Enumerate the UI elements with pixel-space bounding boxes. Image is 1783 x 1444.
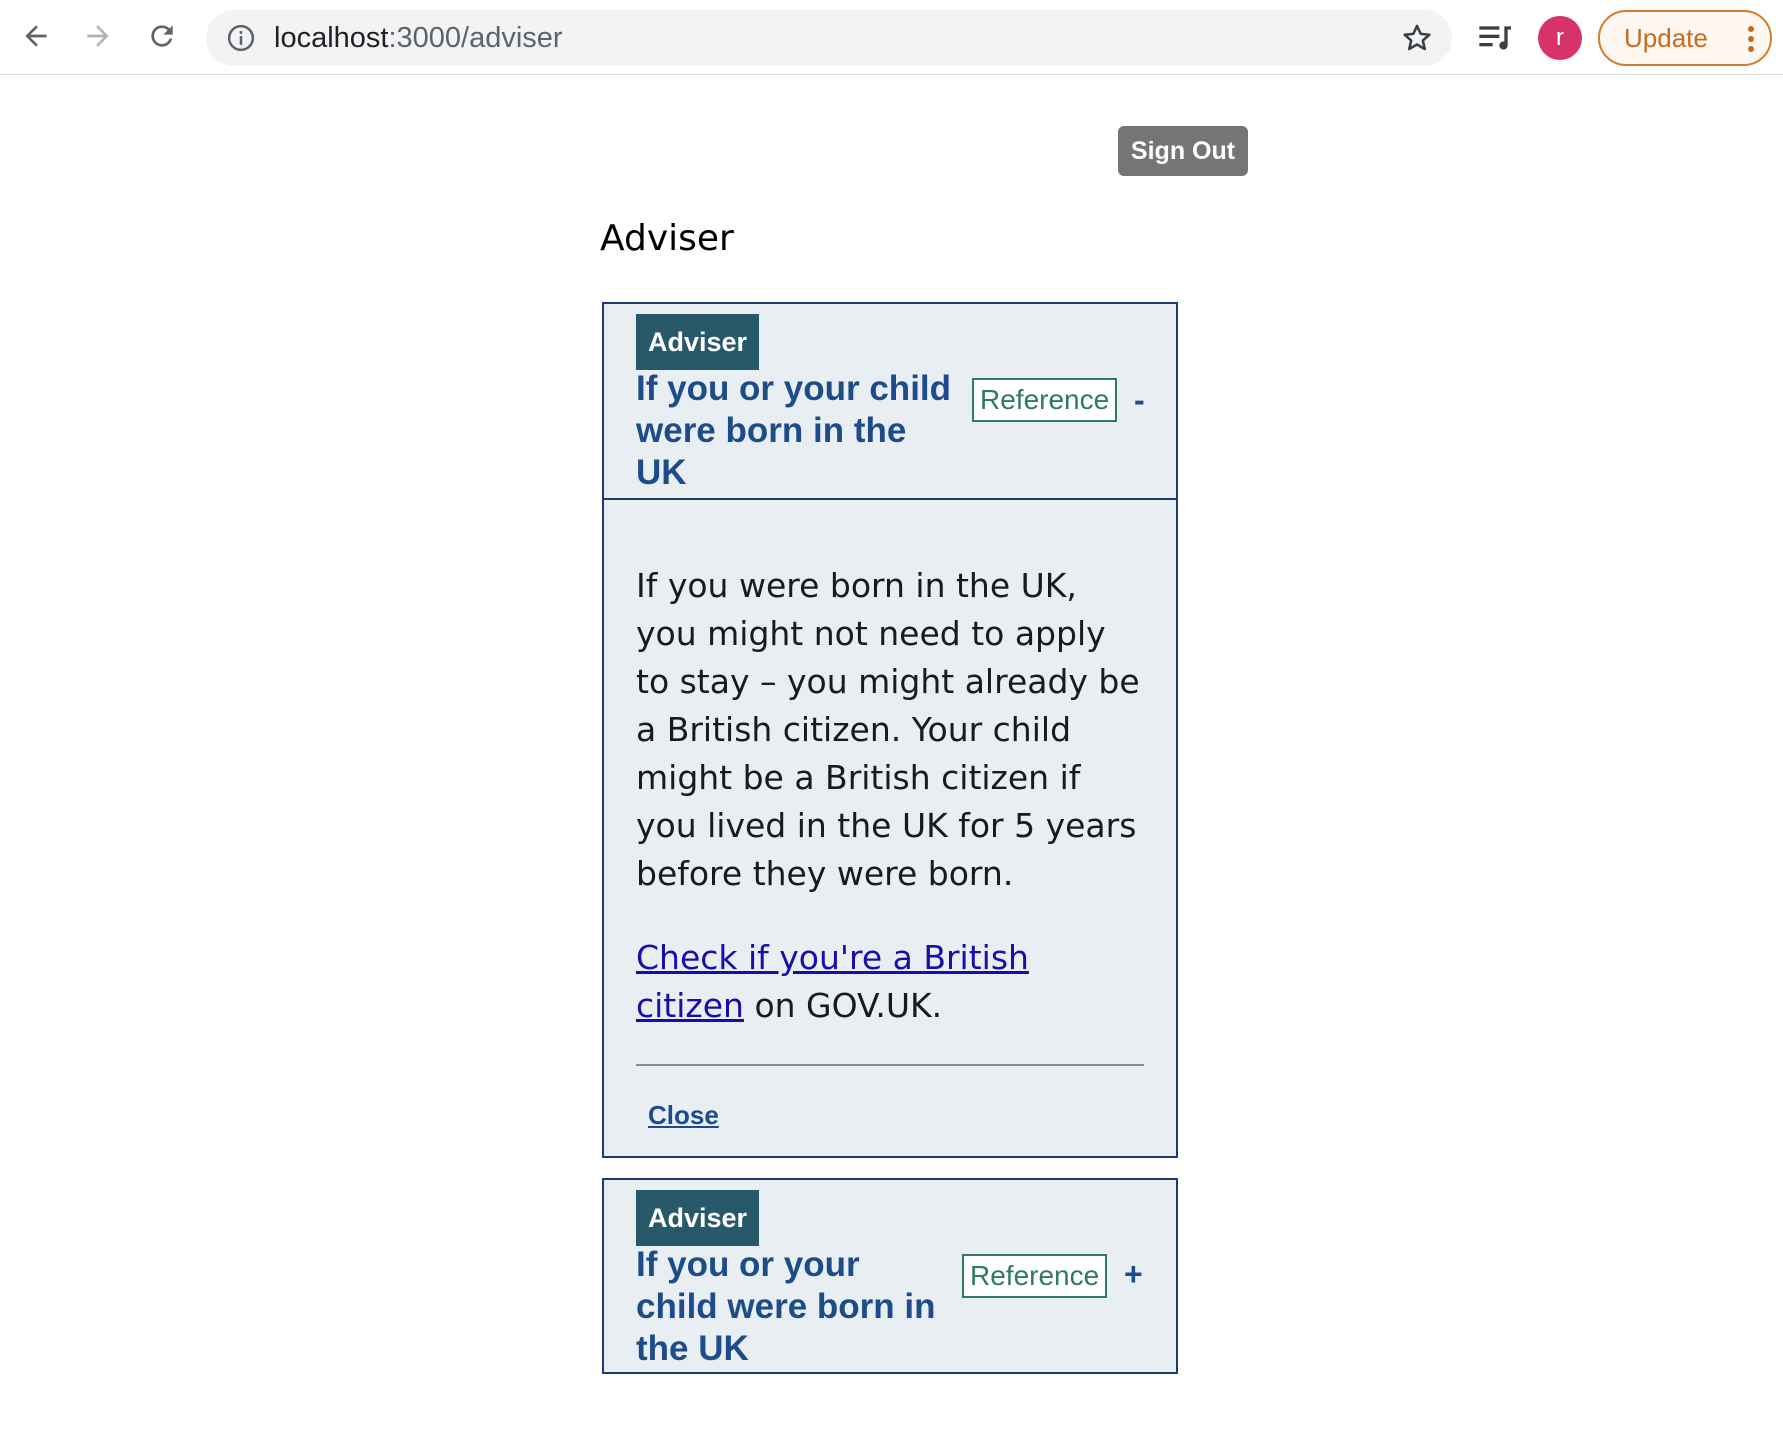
card-title: If you or your child were born in the UK [636, 369, 952, 492]
url-path: :3000/adviser [388, 22, 563, 54]
page-title: Adviser [600, 218, 734, 259]
reload-icon [151, 25, 173, 47]
kebab-menu-icon[interactable] [1746, 24, 1756, 54]
arrow-left-icon [25, 25, 47, 47]
collapse-toggle[interactable]: - [1134, 382, 1145, 419]
card-divider [636, 1064, 1144, 1066]
adviser-card-collapsed: Adviser If you or your child were born i… [602, 1178, 1178, 1374]
forward-button[interactable] [74, 12, 122, 60]
update-label: Update [1624, 22, 1708, 53]
profile-avatar[interactable]: r [1538, 16, 1582, 60]
reference-badge: Reference [962, 1254, 1108, 1298]
back-button[interactable] [12, 12, 60, 60]
bookmark-star-icon[interactable] [1400, 21, 1434, 55]
update-button[interactable]: Update [1598, 10, 1772, 66]
close-link[interactable]: Close [648, 1100, 719, 1131]
reference-badge: Reference [972, 378, 1118, 422]
adviser-tag: Adviser [636, 314, 760, 370]
reload-button[interactable] [138, 12, 186, 60]
link-suffix: on GOV.UK. [743, 986, 943, 1025]
arrow-right-icon [87, 25, 109, 47]
browser-toolbar: localhost:3000/adviser r Update [0, 0, 1783, 75]
sign-out-button[interactable]: Sign Out [1118, 126, 1248, 176]
card-title: If you or your child were born in the UK [636, 1245, 936, 1368]
media-queue-icon[interactable] [1476, 18, 1516, 58]
card-header[interactable]: Adviser If you or your child were born i… [604, 304, 1176, 500]
url-text: localhost:3000/adviser [274, 10, 563, 66]
expand-toggle[interactable]: + [1124, 1256, 1143, 1293]
url-host: localhost [274, 22, 389, 54]
link-paragraph: Check if you're a British citizen on GOV… [636, 934, 1146, 1030]
address-bar[interactable]: localhost:3000/adviser [206, 10, 1452, 66]
adviser-tag: Adviser [636, 1190, 760, 1246]
card-body: If you were born in the UK, you might no… [636, 562, 1146, 1030]
body-paragraph: If you were born in the UK, you might no… [636, 566, 1140, 893]
info-icon[interactable] [226, 23, 256, 53]
adviser-card-expanded: Adviser If you or your child were born i… [602, 302, 1178, 1158]
